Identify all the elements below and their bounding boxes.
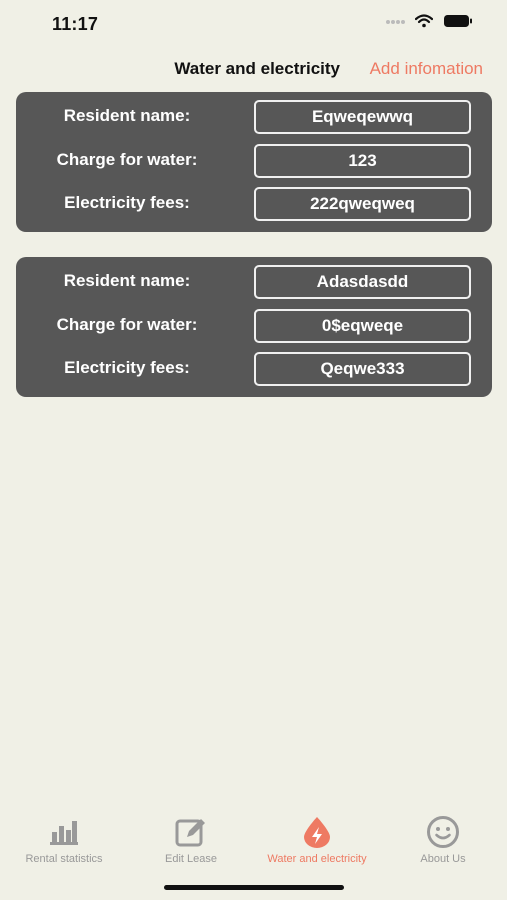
page-title: Water and electricity xyxy=(174,59,340,78)
water-charge-field[interactable]: 0$eqweqe xyxy=(254,309,471,343)
battery-icon xyxy=(443,14,473,33)
resident-name-field[interactable]: Adasdasdd xyxy=(254,265,471,299)
electricity-row: Electricity fees: Qeqwe333 xyxy=(16,351,492,386)
resident-name-field[interactable]: Eqweqewwq xyxy=(254,100,471,134)
tab-label: Rental statistics xyxy=(25,853,103,865)
water-electricity-icon xyxy=(300,815,334,849)
resident-row: Resident name: Adasdasdd xyxy=(16,264,492,299)
tab-rental-statistics[interactable]: Rental statistics xyxy=(16,815,112,865)
add-information-button[interactable]: Add infomation xyxy=(370,59,483,79)
record-card: Resident name: Adasdasdd Charge for wate… xyxy=(16,257,492,397)
status-bar: 11:17 xyxy=(0,0,507,48)
water-charge-field[interactable]: 123 xyxy=(254,144,471,178)
resident-name-label: Resident name: xyxy=(63,271,191,290)
smiley-icon xyxy=(426,815,460,849)
edit-icon xyxy=(174,815,208,849)
water-charge-label: Charge for water: xyxy=(56,315,198,334)
tab-label: Edit Lease xyxy=(165,853,217,865)
electricity-row: Electricity fees: 222qweqweq xyxy=(16,186,492,221)
status-time: 11:17 xyxy=(52,14,99,34)
wifi-icon xyxy=(414,14,434,33)
tab-bar: Rental statistics Edit Lease Water and e… xyxy=(0,815,507,875)
electricity-fees-label: Electricity fees: xyxy=(64,193,190,212)
water-row: Charge for water: 0$eqweqe xyxy=(16,308,492,343)
tab-label: About Us xyxy=(420,853,466,865)
resident-row: Resident name: Eqweqewwq xyxy=(16,99,492,134)
signal-icon xyxy=(385,15,405,33)
status-icons xyxy=(385,14,473,33)
tab-edit-lease[interactable]: Edit Lease xyxy=(158,815,224,865)
tab-water-and-electricity[interactable]: Water and electricity xyxy=(256,815,378,865)
resident-name-label: Resident name: xyxy=(63,106,191,125)
record-card: Resident name: Eqweqewwq Charge for wate… xyxy=(16,92,492,232)
home-indicator xyxy=(164,885,344,890)
bar-chart-icon xyxy=(47,815,81,849)
water-row: Charge for water: 123 xyxy=(16,143,492,178)
water-charge-label: Charge for water: xyxy=(56,150,198,169)
header: Water and electricity Add infomation xyxy=(0,56,507,82)
tab-label: Water and electricity xyxy=(267,853,367,865)
electricity-fees-field[interactable]: Qeqwe333 xyxy=(254,352,471,386)
tab-about-us[interactable]: About Us xyxy=(412,815,474,865)
electricity-fees-field[interactable]: 222qweqweq xyxy=(254,187,471,221)
electricity-fees-label: Electricity fees: xyxy=(64,358,190,377)
